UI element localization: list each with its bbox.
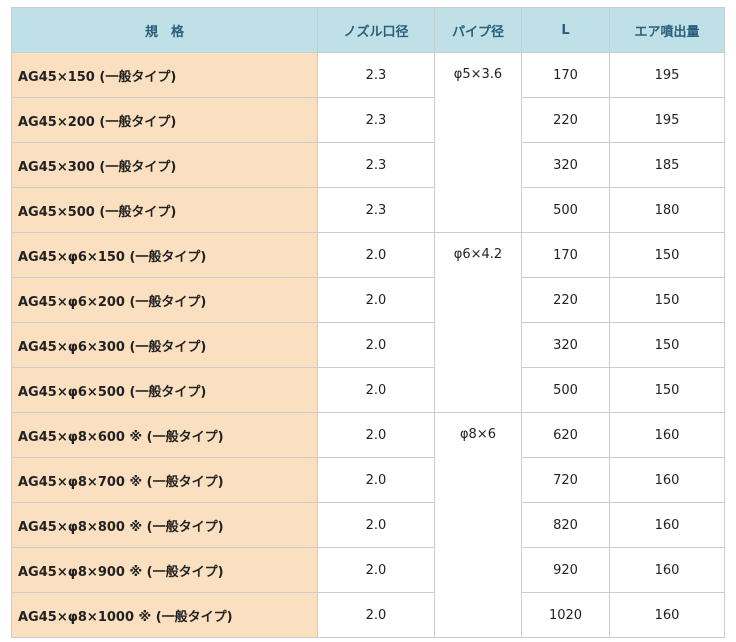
air-output-cell: 195 xyxy=(609,97,725,143)
air-output-cell: 160 xyxy=(609,457,725,503)
table-row: AG45×500 (一般タイプ) 2.3 500 180 xyxy=(11,187,725,233)
table-row: AG45×φ6×200 (一般タイプ) 2.0 220 150 xyxy=(11,277,725,323)
header-nozzle: ノズル口径 xyxy=(317,7,435,53)
spec-name-cell: AG45×φ6×150 (一般タイプ) xyxy=(11,232,318,278)
length-cell: 320 xyxy=(521,142,610,188)
header-air: エア噴出量 xyxy=(609,7,725,53)
table-row: AG45×200 (一般タイプ) 2.3 220 195 xyxy=(11,97,725,143)
length-cell: 170 xyxy=(521,52,610,98)
table-row: AG45×φ6×150 (一般タイプ) 2.0 φ6×4.2 170 150 xyxy=(11,232,725,413)
air-output-cell: 160 xyxy=(609,547,725,593)
air-output-cell: 160 xyxy=(609,502,725,548)
table-row: AG45×φ6×500 (一般タイプ) 2.0 500 150 xyxy=(11,367,725,413)
nozzle-cell: 2.0 xyxy=(317,322,435,368)
nozzle-cell: 2.3 xyxy=(317,97,435,143)
air-output-cell: 180 xyxy=(609,187,725,233)
nozzle-cell: 2.0 xyxy=(317,277,435,323)
spec-name-cell: AG45×φ8×800 ※ (一般タイプ) xyxy=(11,502,318,548)
spec-table-body: AG45×150 (一般タイプ) 2.3 φ5×3.6 170 195 AG45×200 … xyxy=(11,52,725,638)
nozzle-cell: 2.0 xyxy=(317,367,435,413)
length-cell: 620 xyxy=(521,412,610,458)
table-row: AG45×φ8×700 ※ (一般タイプ) 2.0 720 160 xyxy=(11,457,725,503)
air-output-cell: 150 xyxy=(609,277,725,323)
air-output-cell: 150 xyxy=(609,367,725,413)
length-cell: 820 xyxy=(521,502,610,548)
air-output-cell: 185 xyxy=(609,142,725,188)
table-row: AG45×300 (一般タイプ) 2.3 320 185 xyxy=(11,142,725,188)
spec-name-cell: AG45×φ8×700 ※ (一般タイプ) xyxy=(11,457,318,503)
nozzle-cell: 2.3 xyxy=(317,142,435,188)
spec-name-cell: AG45×φ8×600 ※ (一般タイプ) xyxy=(11,412,318,458)
table-row: AG45×φ6×300 (一般タイプ) 2.0 320 150 xyxy=(11,322,725,368)
table-row: AG45×φ8×800 ※ (一般タイプ) 2.0 820 160 xyxy=(11,502,725,548)
nozzle-cell: 2.0 xyxy=(317,502,435,548)
nozzle-cell: 2.3 xyxy=(317,52,435,98)
table-row: AG45×φ8×600 ※ (一般タイプ) 2.0 φ8×6 620 160 xyxy=(11,412,725,638)
nozzle-cell: 2.0 xyxy=(317,547,435,593)
spec-name-cell: AG45×300 (一般タイプ) xyxy=(11,142,318,188)
air-output-cell: 160 xyxy=(609,412,725,458)
air-output-cell: 150 xyxy=(609,322,725,368)
air-output-cell: 150 xyxy=(609,232,725,278)
air-output-cell: 160 xyxy=(609,592,725,638)
spec-name-cell: AG45×φ6×300 (一般タイプ) xyxy=(11,322,318,368)
table-row: AG45×φ8×1000 ※ (一般タイプ) 2.0 1020 160 xyxy=(11,592,725,638)
nozzle-cell: 2.0 xyxy=(317,412,435,458)
table-row: AG45×φ8×900 ※ (一般タイプ) 2.0 920 160 xyxy=(11,547,725,593)
length-cell: 500 xyxy=(521,187,610,233)
table-row: AG45×150 (一般タイプ) 2.3 φ5×3.6 170 195 xyxy=(11,52,725,233)
length-cell: 170 xyxy=(521,232,610,278)
spec-name-cell: AG45×φ8×900 ※ (一般タイプ) xyxy=(11,547,318,593)
spec-name-cell: AG45×200 (一般タイプ) xyxy=(11,97,318,143)
spec-table: 規 格 ノズル口径 パイプ径 L エア噴出量 AG45×150 (一般タイプ) 2… xyxy=(11,7,725,638)
length-cell: 1020 xyxy=(521,592,610,638)
header-length: L xyxy=(521,7,610,53)
length-cell: 720 xyxy=(521,457,610,503)
length-cell: 220 xyxy=(521,97,610,143)
nozzle-cell: 2.0 xyxy=(317,592,435,638)
length-cell: 320 xyxy=(521,322,610,368)
spec-name-cell: AG45×150 (一般タイプ) xyxy=(11,52,318,98)
header-pipe: パイプ径 xyxy=(434,7,522,53)
header-spec: 規 格 xyxy=(11,7,318,53)
nozzle-cell: 2.3 xyxy=(317,187,435,233)
header-row: 規 格 ノズル口径 パイプ径 L エア噴出量 xyxy=(11,7,725,53)
spec-name-cell: AG45×φ6×500 (一般タイプ) xyxy=(11,367,318,413)
nozzle-cell: 2.0 xyxy=(317,457,435,503)
spec-name-cell: AG45×φ6×200 (一般タイプ) xyxy=(11,277,318,323)
nozzle-cell: 2.0 xyxy=(317,232,435,278)
length-cell: 220 xyxy=(521,277,610,323)
length-cell: 920 xyxy=(521,547,610,593)
pipe-diameter-cell: φ8×6 xyxy=(434,412,522,638)
air-output-cell: 195 xyxy=(609,52,725,98)
spec-name-cell: AG45×φ8×1000 ※ (一般タイプ) xyxy=(11,592,318,638)
pipe-diameter-cell: φ5×3.6 xyxy=(434,52,522,233)
length-cell: 500 xyxy=(521,367,610,413)
spec-name-cell: AG45×500 (一般タイプ) xyxy=(11,187,318,233)
pipe-diameter-cell: φ6×4.2 xyxy=(434,232,522,413)
